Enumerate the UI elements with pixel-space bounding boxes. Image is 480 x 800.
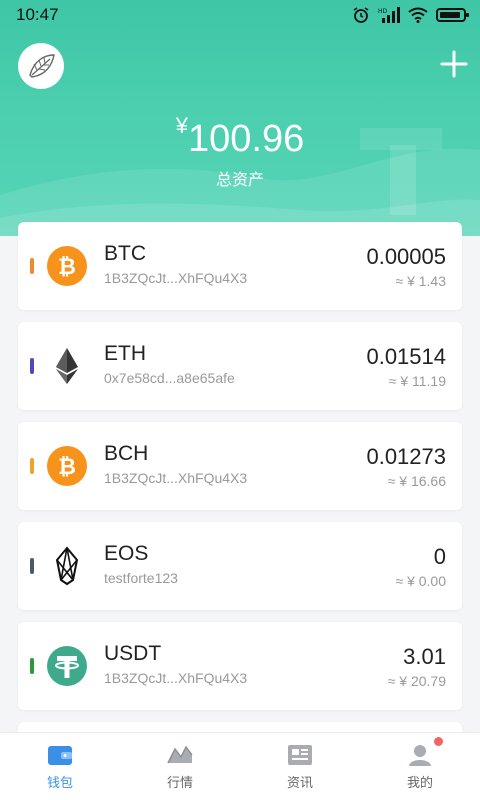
coin-balance: 0: [433, 544, 446, 569]
coin-fiat-value: ≈ ¥ 16.66: [387, 473, 446, 489]
coin-address: 1B3ZQcJt...XhFQu4X3: [104, 470, 248, 486]
coin-balance: 3.01: [403, 644, 446, 669]
status-time: 10:47: [16, 5, 59, 24]
bottom-nav: 钱包 行情 资讯 我的: [0, 732, 480, 800]
profile-icon: [409, 745, 431, 766]
wallet-card-bch[interactable]: ₿ BCH 1B3ZQcJt...XhFQu4X3 0.01273 ≈ ¥ 16…: [18, 422, 462, 510]
market-icon: [167, 745, 193, 764]
coin-fiat-value: ≈ ¥ 11.19: [388, 373, 446, 389]
card-marker: [30, 358, 34, 374]
total-currency: ¥: [175, 113, 188, 138]
coin-symbol: EOS: [104, 542, 149, 565]
news-icon: [288, 745, 312, 765]
nav-item-wallet[interactable]: 钱包: [0, 733, 120, 800]
coin-address: testforte123: [104, 570, 178, 586]
coin-fiat-value: ≈ ¥ 0.00: [395, 573, 447, 589]
coin-balance: 0.01273: [366, 444, 446, 469]
nav-item-profile[interactable]: 我的: [360, 733, 480, 800]
card-marker: [30, 258, 34, 274]
total-label: 总资产: [215, 170, 264, 189]
nav-label-profile: 我的: [406, 776, 433, 791]
card-marker: [30, 658, 34, 674]
wallet-icon: [48, 746, 72, 765]
coin-symbol: BTC: [104, 242, 146, 265]
wifi-icon: [408, 7, 428, 23]
coin-symbol: USDT: [104, 642, 162, 665]
battery-level: [440, 12, 460, 18]
wallet-card-usdt[interactable]: USDT 1B3ZQcJt...XhFQu4X3 3.01 ≈ ¥ 20.79: [18, 622, 462, 710]
coin-address: 1B3ZQcJt...XhFQu4X3: [104, 670, 248, 686]
svg-text:HD: HD: [378, 8, 388, 15]
battery-icon: [436, 8, 469, 22]
nav-item-market[interactable]: 行情: [120, 733, 240, 800]
add-wallet-button[interactable]: [440, 50, 468, 78]
avatar[interactable]: [18, 43, 64, 89]
coin-balance: 0.01514: [366, 344, 446, 369]
coin-balance: 0.00005: [366, 244, 446, 269]
bitcoin-icon: ₿: [47, 246, 87, 286]
wallet-card-btc[interactable]: ₿ BTC 1B3ZQcJt...XhFQu4X3 0.00005 ≈ ¥ 1.…: [18, 222, 462, 310]
tether-icon: [47, 646, 87, 686]
wallet-header: 10:47 HD ¥100.96 总资产: [0, 0, 480, 236]
status-bar: 10:47 HD: [0, 0, 480, 30]
coin-address: 1B3ZQcJt...XhFQu4X3: [104, 270, 248, 286]
status-icons: HD: [352, 6, 469, 24]
leaf-avatar-icon: [29, 54, 55, 78]
coin-fiat-value: ≈ ¥ 20.79: [387, 673, 446, 689]
nav-label-news: 资讯: [286, 776, 313, 791]
coin-symbol: ETH: [104, 342, 146, 365]
coin-symbol: BCH: [104, 442, 149, 465]
notification-badge: [434, 737, 443, 746]
wallet-card-eos[interactable]: EOS testforte123 0 ≈ ¥ 0.00: [18, 522, 462, 610]
alarm-icon: [353, 7, 369, 23]
card-marker: [30, 558, 34, 574]
coin-fiat-value: ≈ ¥ 1.43: [395, 273, 447, 289]
total-amount: 100.96: [188, 118, 305, 160]
bitcoin-cash-icon: ₿: [47, 446, 87, 486]
eos-icon: [55, 546, 79, 586]
signal-icon: HD: [378, 7, 400, 23]
total-balance: ¥100.96: [0, 113, 480, 161]
card-marker: [30, 458, 34, 474]
svg-text:₿: ₿: [58, 255, 76, 280]
nav-item-news[interactable]: 资讯: [240, 733, 360, 800]
ethereum-icon: [56, 348, 78, 384]
svg-text:₿: ₿: [58, 455, 76, 480]
coin-address: 0x7e58cd...a8e65afe: [104, 370, 235, 386]
wallet-card-eth[interactable]: ETH 0x7e58cd...a8e65afe 0.01514 ≈ ¥ 11.1…: [18, 322, 462, 410]
nav-label-market: 行情: [166, 776, 193, 791]
nav-label-wallet: 钱包: [46, 776, 73, 791]
